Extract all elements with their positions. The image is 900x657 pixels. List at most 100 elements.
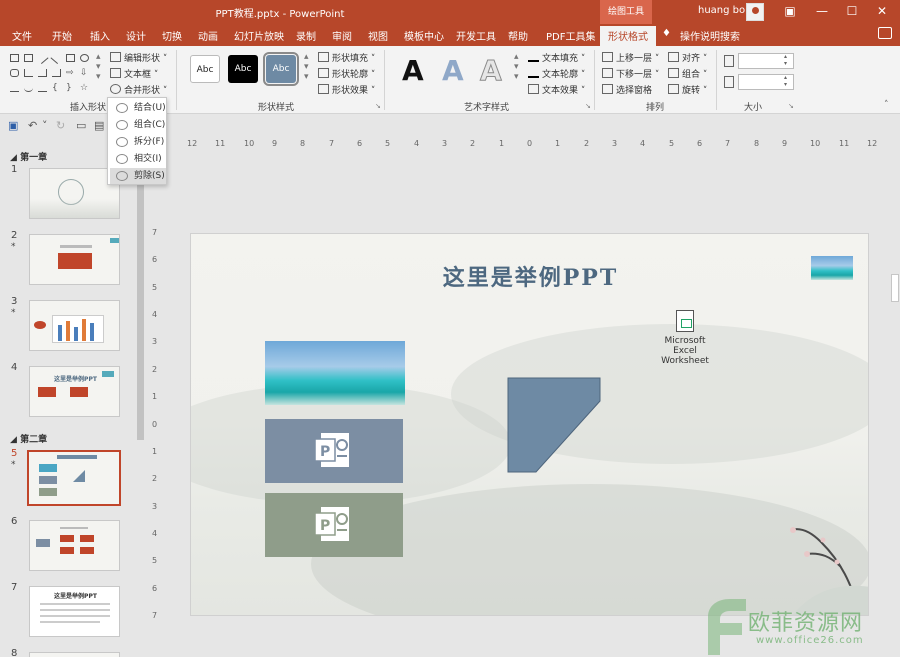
rounded-rect-shape-icon[interactable]: [10, 69, 19, 77]
wordart-outline[interactable]: A: [480, 54, 503, 88]
wordart-black[interactable]: A: [402, 54, 424, 87]
tab-shape-format[interactable]: 形状格式: [600, 26, 656, 46]
ribbon-display-icon[interactable]: ▣: [776, 0, 804, 24]
selection-pane-button[interactable]: 选择窗格: [602, 83, 652, 96]
dialog-launcher-icon[interactable]: ↘: [375, 102, 381, 110]
slide-thumbnail-5[interactable]: [27, 450, 121, 506]
style-swatch-blue[interactable]: Abc: [263, 52, 299, 86]
slide-title[interactable]: 这里是举例PPT: [191, 260, 868, 292]
bring-forward-button[interactable]: 上移一层 ˅: [602, 51, 659, 64]
brace2-shape-icon[interactable]: }: [66, 84, 75, 93]
tab-view[interactable]: 视图: [368, 28, 388, 43]
rect-shape-icon[interactable]: [10, 54, 19, 62]
tab-record[interactable]: 录制: [296, 28, 316, 43]
text-box-button[interactable]: 文本框 ˅: [110, 67, 158, 80]
tab-file[interactable]: 文件: [12, 28, 32, 43]
excel-object[interactable]: Microsoft Excel Worksheet: [655, 310, 715, 366]
arrow-right-shape-icon[interactable]: ⇨: [66, 69, 75, 78]
section-header[interactable]: ◢ 第二章: [10, 432, 47, 445]
elbow2-shape-icon[interactable]: [52, 69, 61, 77]
gallery-scroll-icon[interactable]: ▴ ▾ ▾: [96, 52, 101, 82]
group-button[interactable]: 组合 ˅: [668, 67, 707, 80]
wordart-scroll-icon[interactable]: ▴ ▾ ▾: [514, 52, 519, 82]
menu-item-combine[interactable]: 组合(C): [110, 117, 166, 133]
menu-item-intersect[interactable]: 相交(I): [110, 151, 166, 167]
save-icon[interactable]: ▣: [8, 119, 18, 132]
thumbnail-scrollbar[interactable]: [136, 136, 145, 657]
tab-design[interactable]: 设计: [126, 28, 146, 43]
dialog-launcher-icon[interactable]: ↘: [585, 102, 591, 110]
height-spinner-icon[interactable]: ▴ ▾: [784, 53, 787, 67]
style-swatch-white[interactable]: Abc: [190, 55, 220, 83]
edit-shape-button[interactable]: 编辑形状 ˅: [110, 51, 167, 64]
menu-item-subtract[interactable]: 剪除(S): [110, 168, 166, 184]
wordart-blue[interactable]: A: [442, 54, 464, 87]
editor-scrollbar-thumb[interactable]: [891, 274, 899, 302]
lightbulb-icon[interactable]: ♦: [662, 28, 671, 39]
small-beach-picture[interactable]: [811, 256, 853, 280]
align-button[interactable]: 对齐 ˅: [668, 51, 707, 64]
curve-shape-icon[interactable]: [10, 84, 19, 92]
text-fill-button[interactable]: 文本填充 ˅: [528, 51, 585, 64]
tab-pdf-tools[interactable]: PDF工具集: [546, 28, 595, 43]
scrollbar-thumb[interactable]: [137, 150, 144, 440]
shape-effects-button[interactable]: 形状效果 ˅: [318, 83, 375, 96]
slide-canvas[interactable]: 这里是举例PPT Microsoft Excel Worksheet P P: [190, 233, 869, 616]
brace-shape-icon[interactable]: {: [52, 84, 61, 93]
star-shape-icon[interactable]: ☆: [80, 84, 89, 93]
freeform-shape-icon[interactable]: [38, 84, 47, 92]
subtracted-shape[interactable]: [507, 377, 601, 473]
editor-scrollbar[interactable]: [889, 136, 900, 657]
arc-shape-icon[interactable]: [24, 84, 33, 92]
square-shape-icon[interactable]: [66, 54, 75, 62]
tab-help[interactable]: 帮助: [508, 28, 528, 43]
arrow-down-shape-icon[interactable]: ⇩: [80, 69, 89, 78]
menu-item-fragment[interactable]: 拆分(F): [110, 134, 166, 150]
text-effects-button[interactable]: 文本效果 ˅: [528, 83, 585, 96]
slide-thumbnail-2[interactable]: [29, 234, 120, 285]
triangle-shape-icon[interactable]: [24, 69, 33, 77]
redo-icon[interactable]: ↻: [56, 119, 65, 132]
tab-transitions[interactable]: 切换: [162, 28, 182, 43]
tab-template-center[interactable]: 模板中心: [404, 28, 444, 43]
send-backward-button[interactable]: 下移一层 ˅: [602, 67, 659, 80]
tab-home[interactable]: 开始: [52, 28, 72, 43]
comments-icon[interactable]: [878, 27, 892, 39]
slide-thumbnail-7[interactable]: 这里是举例PPT: [29, 586, 120, 637]
line-shape-icon[interactable]: [36, 52, 49, 64]
undo-icon[interactable]: ↶: [28, 119, 37, 132]
tab-slideshow[interactable]: 幻灯片放映: [234, 28, 284, 43]
rotate-button[interactable]: 旋转 ˅: [668, 83, 707, 96]
avatar[interactable]: [746, 3, 764, 21]
start-slideshow-icon[interactable]: ▭: [76, 119, 86, 132]
tab-animations[interactable]: 动画: [198, 28, 218, 43]
tab-insert[interactable]: 插入: [90, 28, 110, 43]
section-header[interactable]: ◢ 第一章: [10, 150, 47, 163]
ppt-card-bottom[interactable]: P: [265, 493, 403, 557]
slide-thumbnail-8[interactable]: [29, 652, 120, 657]
slide-thumbnail-3[interactable]: [29, 300, 120, 351]
elbow-shape-icon[interactable]: [38, 69, 47, 77]
tab-developer[interactable]: 开发工具: [456, 28, 496, 43]
width-spinner-icon[interactable]: ▴ ▾: [784, 74, 787, 88]
shape-gallery[interactable]: ⇨ ⇩ { } ☆: [8, 52, 100, 96]
tell-me-search[interactable]: 操作说明搜索: [680, 28, 740, 43]
minimize-icon[interactable]: —: [808, 0, 836, 24]
text-outline-button[interactable]: 文本轮廓 ˅: [528, 67, 585, 80]
shape-outline-button[interactable]: 形状轮廓 ˅: [318, 67, 375, 80]
close-icon[interactable]: ✕: [868, 0, 896, 24]
ppt-card-top[interactable]: P: [265, 419, 403, 483]
menu-item-union[interactable]: 结合(U): [110, 100, 166, 116]
styles-scroll-icon[interactable]: ▴ ▾ ▾: [304, 52, 309, 82]
maximize-icon[interactable]: ☐: [838, 0, 866, 24]
touch-mode-icon[interactable]: ▤: [94, 119, 104, 132]
beach-picture[interactable]: [265, 341, 405, 405]
slide-thumbnail-6[interactable]: [29, 520, 120, 571]
merge-shapes-button[interactable]: 合并形状 ˅: [110, 83, 167, 96]
line2-shape-icon[interactable]: [50, 52, 63, 64]
collapse-ribbon-icon[interactable]: ˄: [884, 100, 889, 110]
shape-fill-button[interactable]: 形状填充 ˅: [318, 51, 375, 64]
slide-thumbnail-4[interactable]: 这里是举例PPT: [29, 366, 120, 417]
tab-review[interactable]: 审阅: [332, 28, 352, 43]
dialog-launcher-icon[interactable]: ↘: [788, 102, 794, 110]
